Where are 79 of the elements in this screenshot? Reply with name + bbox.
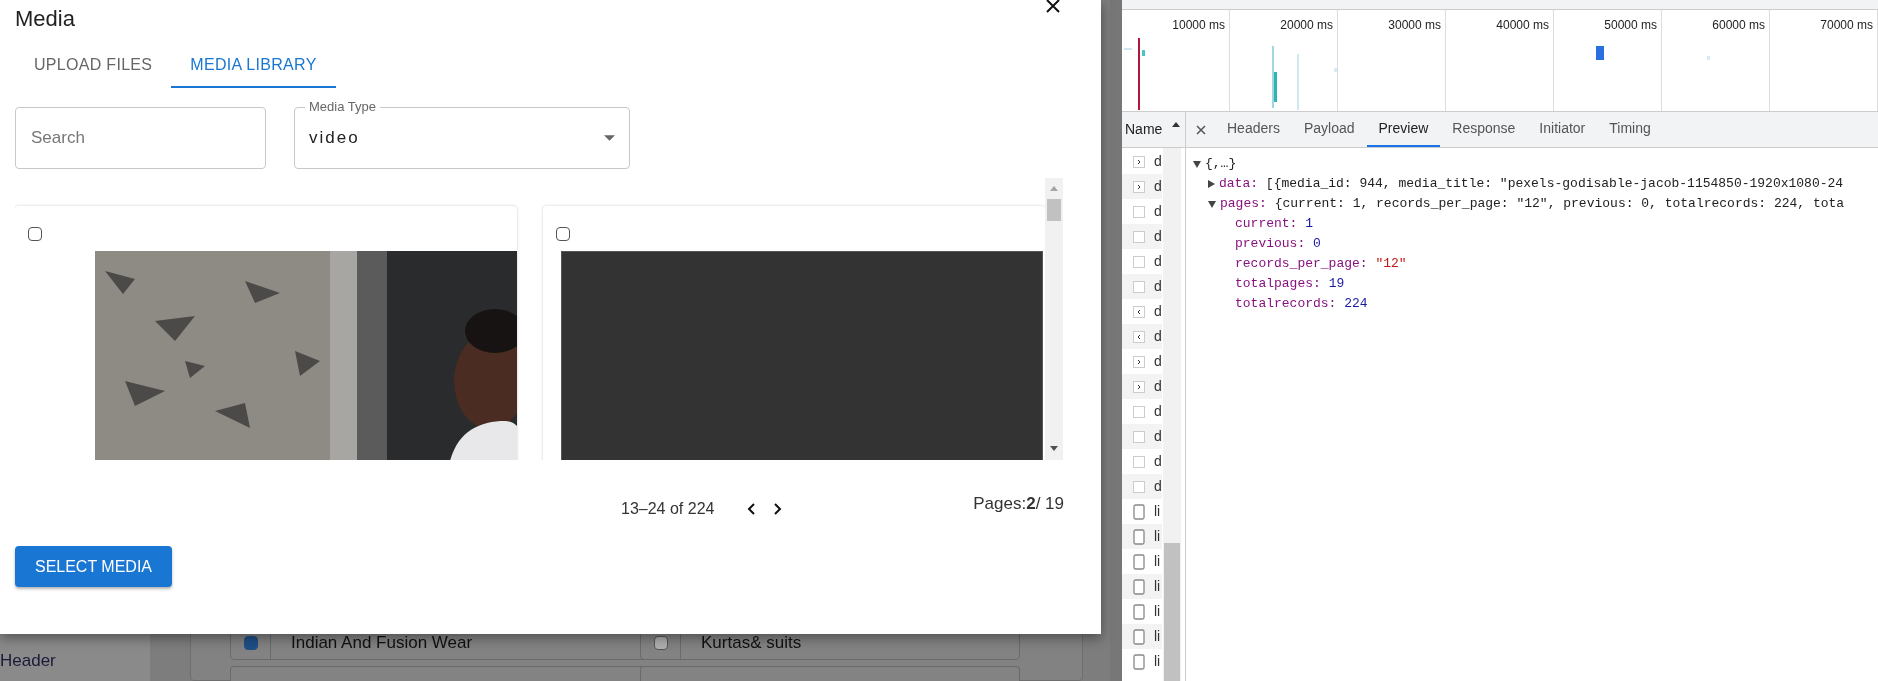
tick-label: 10000 ms xyxy=(1172,17,1225,34)
scrollbar-thumb[interactable] xyxy=(1164,543,1180,681)
json-node[interactable]: data: [{media_id: 944, media_title: "pexels-godisable-jacob-1154850-1920x1080-24 xyxy=(1219,174,1844,194)
file-icon xyxy=(1133,480,1145,493)
next-page-icon[interactable] xyxy=(774,503,782,515)
request-row[interactable]: d xyxy=(1122,274,1162,299)
json-property: totalpages: 19 xyxy=(1235,276,1345,291)
json-node[interactable]: {,…} xyxy=(1205,154,1237,174)
sort-arrow-icon[interactable] xyxy=(1172,122,1180,127)
expanded-triangle-icon[interactable] xyxy=(1208,200,1216,208)
tab[interactable]: Initiator xyxy=(1527,112,1598,147)
document-icon xyxy=(1133,578,1145,595)
previous-page-icon[interactable] xyxy=(747,503,755,515)
tick-label: 20000 ms xyxy=(1280,17,1333,34)
file-icon xyxy=(1133,280,1145,293)
fetch-icon xyxy=(1133,330,1145,343)
request-row[interactable]: d xyxy=(1122,374,1162,399)
fetch-icon xyxy=(1133,155,1145,168)
document-icon xyxy=(1133,603,1145,620)
collapsed-triangle-icon[interactable] xyxy=(1208,180,1215,188)
tab[interactable]: MEDIA LIBRARY xyxy=(171,44,336,88)
tab[interactable]: Response xyxy=(1440,112,1528,147)
checkbox-label: Indian And Fusion Wear xyxy=(291,632,473,655)
tick-label: 30000 ms xyxy=(1388,17,1441,34)
tab[interactable]: Timing xyxy=(1597,112,1663,147)
tick-label: 60000 ms xyxy=(1712,17,1765,34)
tab[interactable]: Payload xyxy=(1291,112,1367,147)
file-icon xyxy=(1133,230,1145,243)
tab[interactable]: UPLOAD FILES xyxy=(15,44,172,88)
document-icon xyxy=(1133,528,1145,545)
search-field[interactable]: Search xyxy=(15,107,266,169)
checkbox[interactable] xyxy=(653,636,668,650)
dropdown-arrow-icon xyxy=(604,135,615,141)
expanded-triangle-icon[interactable] xyxy=(1193,160,1201,168)
request-row[interactable]: d xyxy=(1122,424,1162,449)
scrollbar[interactable] xyxy=(1045,178,1063,460)
fetch-icon xyxy=(1133,380,1145,393)
fetch-icon xyxy=(1133,180,1145,193)
fetch-icon xyxy=(1133,305,1145,318)
checkbox[interactable] xyxy=(556,227,570,241)
tick-label: 40000 ms xyxy=(1496,17,1549,34)
tab[interactable]: Headers xyxy=(1215,112,1292,147)
tick-label: 70000 ms xyxy=(1820,17,1873,34)
sidebar-item[interactable]: Header xyxy=(0,648,56,674)
json-property: previous: 0 xyxy=(1235,236,1321,251)
file-icon xyxy=(1133,405,1145,418)
file-icon xyxy=(1133,455,1145,468)
fetch-icon xyxy=(1133,355,1145,368)
file-icon xyxy=(1133,430,1145,443)
page-count: Pages:2/ 19 xyxy=(973,493,1064,515)
checkbox[interactable] xyxy=(243,636,258,650)
document-icon xyxy=(1133,628,1145,645)
checkbox-label: Kurtas& suits xyxy=(701,632,802,655)
page-range: 13–24 of 224 xyxy=(621,499,715,519)
request-row[interactable]: d xyxy=(1122,324,1162,349)
document-icon xyxy=(1133,553,1145,570)
tick-label: 50000 ms xyxy=(1604,17,1657,34)
close-icon[interactable] xyxy=(1045,0,1061,14)
tab[interactable]: Preview xyxy=(1366,112,1441,147)
request-row[interactable]: li xyxy=(1122,574,1162,599)
close-icon[interactable] xyxy=(1196,124,1206,135)
file-icon xyxy=(1133,255,1145,268)
scrollbar-thumb[interactable] xyxy=(1047,199,1061,221)
document-icon xyxy=(1133,653,1145,670)
checkbox[interactable] xyxy=(28,227,42,241)
json-property: current: 1 xyxy=(1235,216,1314,231)
dialog-title: Media xyxy=(15,5,75,33)
document-icon xyxy=(1133,503,1145,520)
json-property: records_per_page: "12" xyxy=(1235,256,1407,271)
request-row[interactable]: li xyxy=(1122,624,1162,649)
request-row[interactable]: li xyxy=(1122,524,1162,549)
json-node[interactable]: pages: {current: 1, records_per_page: "12", previous: 0, totalrecords: 224, tota xyxy=(1220,194,1845,214)
file-icon xyxy=(1133,205,1145,218)
request-row[interactable]: d xyxy=(1122,224,1162,249)
json-property: totalrecords: 224 xyxy=(1235,296,1368,311)
select-media-button[interactable]: SELECT MEDIA xyxy=(15,546,172,587)
request-row[interactable]: d xyxy=(1122,174,1162,199)
request-row[interactable]: d xyxy=(1122,474,1162,499)
scroll-down-icon[interactable] xyxy=(1050,446,1058,451)
